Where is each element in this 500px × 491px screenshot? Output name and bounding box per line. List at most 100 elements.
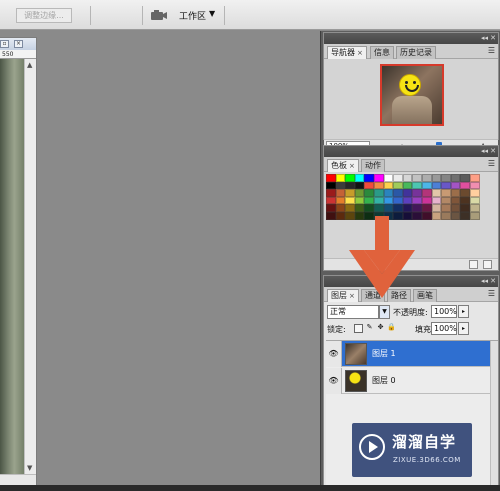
layer-thumbnail[interactable] xyxy=(345,370,367,392)
opacity-slider-toggle[interactable]: ▸ xyxy=(458,305,469,318)
color-swatch[interactable] xyxy=(412,174,422,182)
color-swatch[interactable] xyxy=(402,181,413,190)
tab-paths[interactable]: 路径 xyxy=(387,289,411,302)
restore-icon[interactable]: ▫ xyxy=(0,40,9,48)
color-swatch[interactable] xyxy=(326,211,336,220)
color-swatch[interactable] xyxy=(383,174,394,182)
color-swatch[interactable] xyxy=(412,181,422,190)
color-swatch[interactable] xyxy=(354,174,365,182)
scroll-up-icon[interactable]: ▲ xyxy=(27,61,32,69)
color-swatch[interactable] xyxy=(373,189,384,197)
color-swatch[interactable] xyxy=(431,174,442,182)
color-swatch[interactable] xyxy=(421,189,432,197)
color-swatch[interactable] xyxy=(412,196,422,205)
tab-layers[interactable]: 图层 × xyxy=(327,289,359,302)
color-swatch[interactable] xyxy=(431,181,442,190)
panel-header[interactable]: ◂◂ ✕ xyxy=(324,146,498,157)
color-swatch[interactable] xyxy=(364,174,374,182)
panel-menu-icon[interactable]: ☰ xyxy=(488,289,495,298)
color-swatch[interactable] xyxy=(393,204,403,212)
color-swatch[interactable] xyxy=(345,189,355,197)
tab-history[interactable]: 历史记录 xyxy=(396,46,436,59)
color-swatch[interactable] xyxy=(383,196,394,205)
blend-mode-select[interactable]: 正常 xyxy=(327,305,379,319)
color-swatch[interactable] xyxy=(441,204,451,212)
color-swatch[interactable] xyxy=(335,211,346,220)
tab-info[interactable]: 信息 xyxy=(370,46,394,59)
color-swatch[interactable] xyxy=(431,196,442,205)
color-swatch[interactable] xyxy=(421,196,432,205)
color-swatch[interactable] xyxy=(393,211,403,220)
color-swatch[interactable] xyxy=(469,189,480,197)
color-swatch[interactable] xyxy=(450,211,461,220)
tab-navigator[interactable]: 导航器 × xyxy=(327,46,367,59)
color-swatch[interactable] xyxy=(450,181,461,190)
color-swatch[interactable] xyxy=(460,204,470,212)
color-swatch[interactable] xyxy=(364,204,374,212)
eye-icon[interactable]: 👁 xyxy=(326,341,342,367)
color-swatch[interactable] xyxy=(421,211,432,220)
color-swatch[interactable] xyxy=(326,196,336,205)
color-swatch[interactable] xyxy=(345,204,355,212)
color-swatch[interactable] xyxy=(402,189,413,197)
chevron-down-icon[interactable]: ▼ xyxy=(209,9,215,18)
tab-swatches[interactable]: 色板 × xyxy=(327,159,359,172)
tab-channels[interactable]: 通道 xyxy=(361,289,385,302)
color-swatch[interactable] xyxy=(412,204,422,212)
color-swatch[interactable] xyxy=(460,196,470,205)
color-swatch[interactable] xyxy=(364,196,374,205)
color-swatch[interactable] xyxy=(469,211,480,220)
color-swatch[interactable] xyxy=(335,204,346,212)
color-swatch[interactable] xyxy=(354,189,365,197)
document-image[interactable] xyxy=(0,59,24,474)
lock-pixels-icon[interactable]: ✎ xyxy=(365,324,374,333)
close-icon[interactable]: ✕ xyxy=(490,33,496,44)
layer-list-scrollbar[interactable] xyxy=(490,341,498,491)
color-swatch[interactable] xyxy=(364,181,374,190)
opacity-field[interactable]: 100% xyxy=(431,305,457,318)
color-swatch[interactable] xyxy=(421,174,432,182)
color-swatch[interactable] xyxy=(441,196,451,205)
trash-icon[interactable] xyxy=(483,260,492,269)
color-swatch[interactable] xyxy=(421,204,432,212)
workspace-menu[interactable]: 工作区 xyxy=(179,9,206,22)
color-swatch[interactable] xyxy=(383,189,394,197)
scroll-down-icon[interactable]: ▼ xyxy=(27,464,32,472)
lock-transparency-icon[interactable] xyxy=(354,324,363,333)
layer-row-0[interactable]: 👁 图层 0 xyxy=(326,368,490,394)
camera-icon[interactable] xyxy=(150,9,168,21)
color-swatch[interactable] xyxy=(441,189,451,197)
color-swatch[interactable] xyxy=(441,211,451,220)
color-swatch[interactable] xyxy=(450,174,461,182)
color-swatch[interactable] xyxy=(364,211,374,220)
lock-position-icon[interactable]: ✥ xyxy=(376,324,385,333)
layer-name[interactable]: 图层 0 xyxy=(372,375,396,386)
collapse-icon[interactable]: ◂◂ xyxy=(481,276,488,287)
color-swatch[interactable] xyxy=(450,204,461,212)
new-swatch-icon[interactable] xyxy=(469,260,478,269)
color-swatch[interactable] xyxy=(326,174,336,182)
color-swatch[interactable] xyxy=(421,181,432,190)
color-swatch[interactable] xyxy=(402,211,413,220)
color-swatch[interactable] xyxy=(326,189,336,197)
eye-icon[interactable]: 👁 xyxy=(326,368,342,394)
fill-field[interactable]: 100% xyxy=(431,322,457,335)
color-swatch[interactable] xyxy=(373,196,384,205)
layer-row-1[interactable]: 👁 图层 1 xyxy=(326,341,490,367)
color-swatch[interactable] xyxy=(402,204,413,212)
collapse-icon[interactable]: ◂◂ xyxy=(481,146,488,157)
color-swatch[interactable] xyxy=(393,181,403,190)
color-swatch[interactable] xyxy=(364,189,374,197)
color-swatch[interactable] xyxy=(373,174,384,182)
color-swatch[interactable] xyxy=(393,196,403,205)
color-swatch[interactable] xyxy=(460,174,470,182)
color-swatch[interactable] xyxy=(373,181,384,190)
color-swatch[interactable] xyxy=(441,174,451,182)
color-swatch[interactable] xyxy=(345,196,355,205)
color-swatch[interactable] xyxy=(393,174,403,182)
color-swatch[interactable] xyxy=(450,189,461,197)
layer-name[interactable]: 图层 1 xyxy=(372,348,396,359)
vertical-scrollbar[interactable]: ▲ ▼ xyxy=(24,59,36,474)
color-swatch[interactable] xyxy=(450,196,461,205)
color-swatch[interactable] xyxy=(469,181,480,190)
